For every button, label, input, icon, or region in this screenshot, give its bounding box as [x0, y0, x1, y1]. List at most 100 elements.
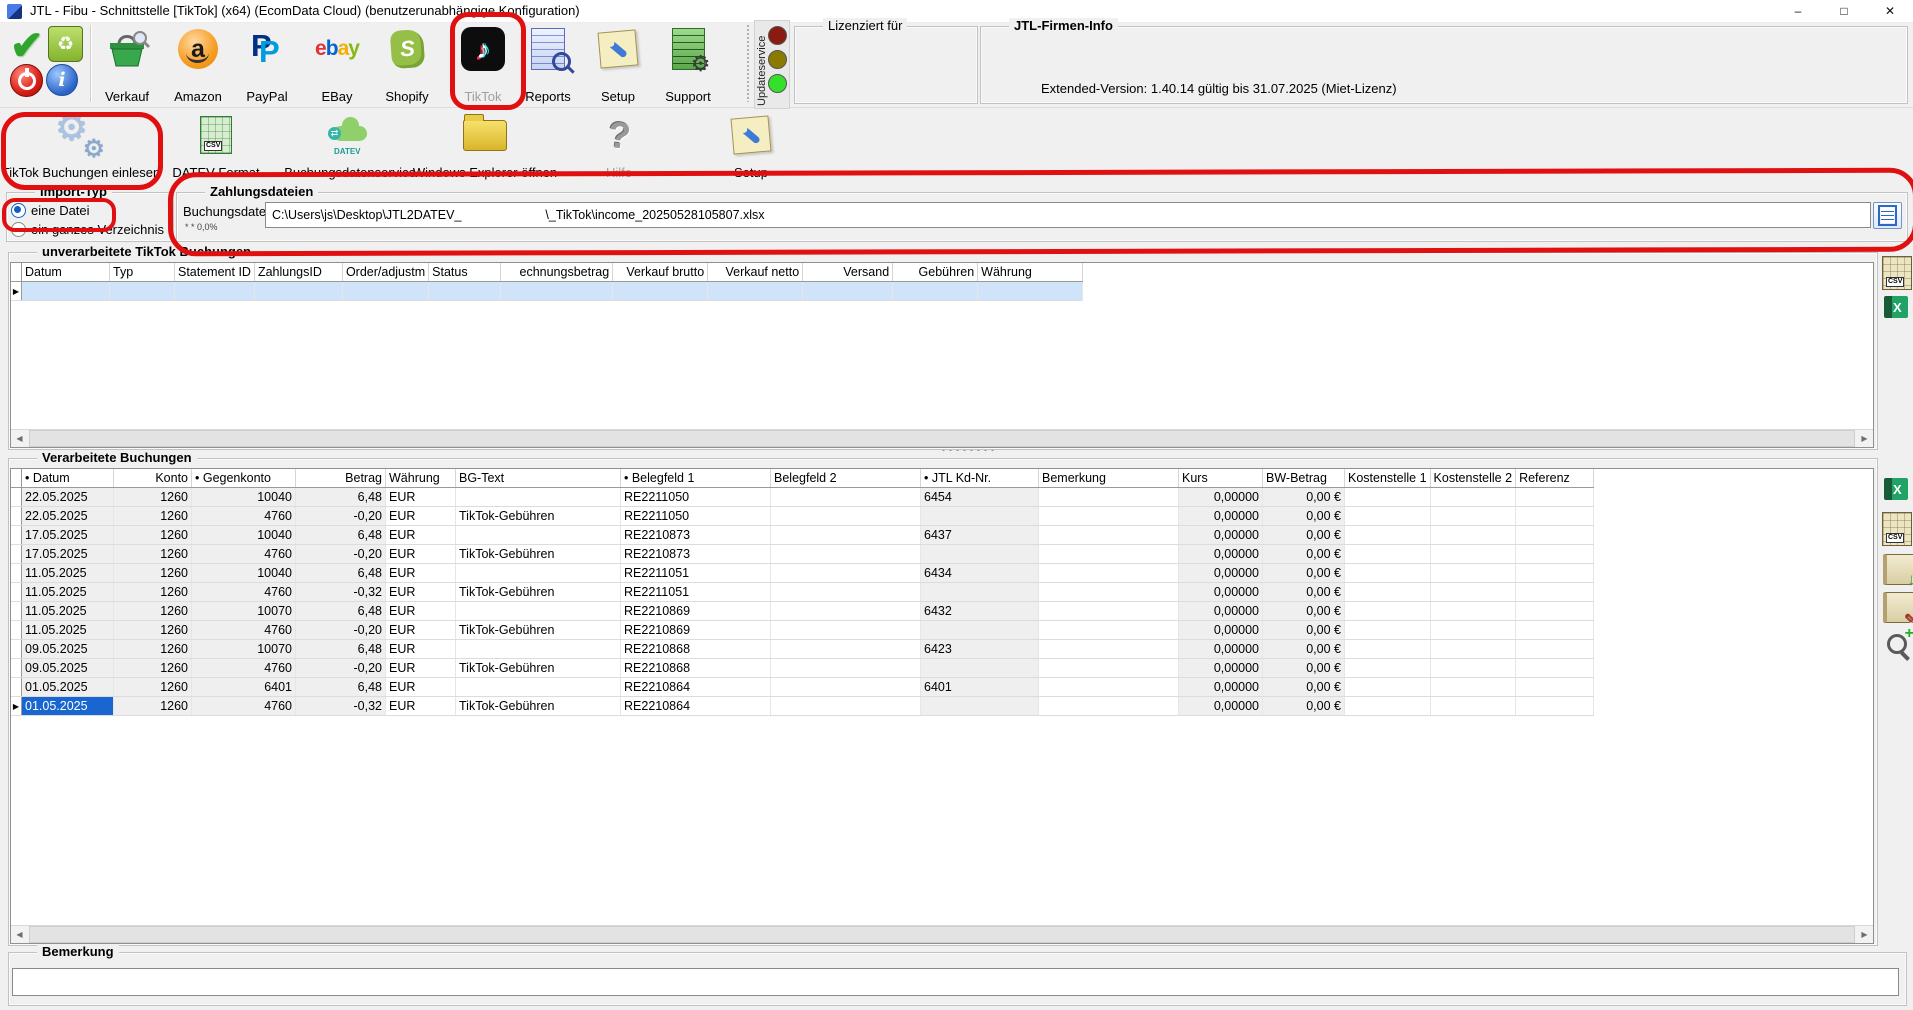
horizontal-scrollbar[interactable]: ◀ ▶	[11, 429, 1873, 447]
column-header[interactable]: • Belegfeld 1	[620, 469, 771, 488]
cell[interactable]: 0,00000	[1178, 620, 1263, 640]
cell[interactable]	[770, 563, 921, 583]
cell[interactable]: 1260	[113, 620, 192, 640]
cell[interactable]: EUR	[385, 525, 456, 545]
cell[interactable]: 0,00000	[1178, 544, 1263, 564]
cell[interactable]: 10040	[191, 563, 296, 583]
cell[interactable]: 0,00000	[1178, 658, 1263, 678]
cell[interactable]	[455, 525, 621, 545]
cell[interactable]	[1344, 677, 1431, 697]
cell[interactable]	[1038, 601, 1179, 621]
cell[interactable]: 10040	[191, 487, 296, 507]
column-header[interactable]: Versand	[802, 263, 894, 282]
cell[interactable]: RE2211050	[620, 487, 771, 507]
cell[interactable]: 4760	[191, 658, 296, 678]
action-button-hilfe[interactable]: ? Hilfe	[576, 110, 662, 180]
maximize-button[interactable]: □	[1821, 0, 1867, 22]
cell[interactable]	[1344, 506, 1431, 526]
cell[interactable]	[1038, 506, 1179, 526]
cell[interactable]: RE2210864	[620, 677, 771, 697]
cell[interactable]	[1344, 582, 1431, 602]
cell[interactable]	[612, 281, 709, 301]
cell[interactable]: TikTok-Gebühren	[455, 696, 621, 716]
cell[interactable]: -0,20	[295, 544, 386, 564]
cell[interactable]: 6,48	[295, 563, 386, 583]
cell[interactable]	[1038, 639, 1179, 659]
cell[interactable]: 0,00 €	[1262, 506, 1345, 526]
cell[interactable]: 10070	[191, 639, 296, 659]
toolbar-button-paypal[interactable]: PP PayPal	[233, 24, 301, 104]
cell[interactable]	[1515, 677, 1595, 697]
cell[interactable]	[342, 281, 430, 301]
cell[interactable]: 6434	[920, 563, 1039, 583]
cell[interactable]	[500, 281, 614, 301]
cell[interactable]	[707, 281, 804, 301]
column-header[interactable]: • Datum	[21, 469, 114, 488]
action-button-datev-format[interactable]: CSV DATEV Format	[158, 110, 274, 180]
column-header[interactable]: Kurs	[1178, 469, 1263, 488]
cell[interactable]: EUR	[385, 582, 456, 602]
cell[interactable]: 0,00 €	[1262, 563, 1345, 583]
cell[interactable]: 6423	[920, 639, 1039, 659]
cell[interactable]: 22.05.2025	[21, 506, 114, 526]
cell[interactable]: 0,00 €	[1262, 601, 1345, 621]
cell[interactable]: EUR	[385, 544, 456, 564]
cell[interactable]	[1344, 620, 1431, 640]
column-header[interactable]: Typ	[109, 263, 175, 282]
cell[interactable]	[1515, 487, 1595, 507]
cell[interactable]	[21, 281, 110, 301]
cell[interactable]	[1430, 658, 1517, 678]
cell[interactable]: 1260	[113, 525, 192, 545]
cell[interactable]: EUR	[385, 506, 456, 526]
cell[interactable]: 6454	[920, 487, 1039, 507]
column-header[interactable]: echnungsbetrag	[500, 263, 614, 282]
cell[interactable]	[1344, 639, 1431, 659]
cell[interactable]: 1260	[113, 563, 192, 583]
cell[interactable]	[455, 639, 621, 659]
cell[interactable]: 0,00000	[1178, 696, 1263, 716]
cell[interactable]	[1515, 658, 1595, 678]
cell[interactable]: 10040	[191, 525, 296, 545]
cell[interactable]	[920, 506, 1039, 526]
toolbar-button-setup[interactable]: Setup	[584, 24, 652, 104]
cell[interactable]: 17.05.2025	[21, 525, 114, 545]
cell[interactable]: 0,00 €	[1262, 677, 1345, 697]
cell[interactable]	[770, 487, 921, 507]
cell[interactable]	[1430, 525, 1517, 545]
column-header[interactable]: Konto	[113, 469, 192, 488]
scroll-left-arrow[interactable]: ◀	[11, 930, 28, 939]
cell[interactable]: 4760	[191, 506, 296, 526]
cell[interactable]: 09.05.2025	[21, 658, 114, 678]
cell[interactable]: 4760	[191, 696, 296, 716]
toolbar-button-reports[interactable]: Reports	[514, 24, 582, 104]
cell[interactable]: 0,00000	[1178, 525, 1263, 545]
cell[interactable]: 1260	[113, 658, 192, 678]
cell[interactable]	[1515, 639, 1595, 659]
cell[interactable]: TikTok-Gebühren	[455, 544, 621, 564]
cell[interactable]: 1260	[113, 506, 192, 526]
cell[interactable]: 6,48	[295, 601, 386, 621]
cell[interactable]: RE2210873	[620, 544, 771, 564]
cell[interactable]	[1038, 563, 1179, 583]
cell[interactable]	[1344, 696, 1431, 716]
cell[interactable]: 1260	[113, 696, 192, 716]
cell[interactable]: 0,00000	[1178, 487, 1263, 507]
cell[interactable]: 01.05.2025	[21, 696, 114, 716]
cell[interactable]: 1260	[113, 677, 192, 697]
cell[interactable]: 6401	[191, 677, 296, 697]
column-header[interactable]: Kostenstelle 2	[1430, 469, 1517, 488]
column-header[interactable]: Belegfeld 2	[770, 469, 921, 488]
cell[interactable]: TikTok-Gebühren	[455, 620, 621, 640]
scrollbar-thumb[interactable]	[29, 430, 1855, 447]
cell[interactable]	[1344, 658, 1431, 678]
cell[interactable]	[455, 601, 621, 621]
cell[interactable]: 6432	[920, 601, 1039, 621]
column-header[interactable]: Währung	[977, 263, 1084, 282]
cell[interactable]	[1430, 696, 1517, 716]
cell[interactable]: EUR	[385, 639, 456, 659]
cell[interactable]: -0,32	[295, 696, 386, 716]
cell[interactable]: 0,00 €	[1262, 525, 1345, 545]
toolbar-button-ebay[interactable]: ebay EBay	[303, 24, 371, 104]
cell[interactable]: 0,00000	[1178, 563, 1263, 583]
cell[interactable]	[770, 601, 921, 621]
